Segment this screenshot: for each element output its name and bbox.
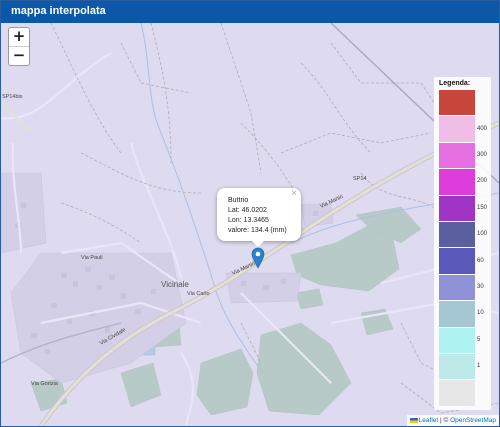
street-label-via-gorizia: Via Gorizia [31, 381, 59, 387]
zoom-in-button[interactable]: + [9, 28, 29, 46]
legend-label: 30 [477, 284, 484, 290]
legend-label: 200 [477, 178, 488, 185]
legend-label: 300 [477, 152, 488, 158]
legend-swatch [439, 301, 475, 327]
leaflet-link[interactable]: Leaflet [419, 417, 439, 424]
map-window: mappa interpolata SP14bis SP14 Via Marti… [0, 0, 500, 427]
legend-label: 100 [477, 231, 488, 238]
place-label-vicinale: Vicinale [161, 280, 189, 289]
attribution-separator: | © [438, 417, 451, 424]
legend-swatch [439, 169, 475, 195]
popup-value: valore: 134.4 (mm) [228, 227, 287, 234]
legend-swatch [439, 380, 475, 406]
legend-swatch [439, 354, 475, 380]
street-label-via-pauli: Via Pauli [81, 255, 103, 261]
legend-label: 5 [477, 336, 481, 343]
legend-swatch [439, 90, 475, 116]
osm-link[interactable]: OpenStreetMap [450, 417, 496, 424]
legend-swatch [439, 248, 475, 274]
window-titlebar: mappa interpolata [1, 1, 499, 23]
legend-label: 400 [477, 125, 488, 132]
road-label-sp14bis: SP14bis [2, 94, 23, 100]
legend-label: 150 [477, 204, 488, 211]
popup-lon: Lon: 13.3465 [228, 217, 269, 224]
popup-close-button[interactable]: × [291, 188, 297, 199]
ukraine-flag-icon [409, 417, 418, 423]
legend-label: 1 [477, 363, 481, 370]
legend-swatch [439, 327, 475, 353]
popup-station-name: Buttrio [228, 197, 249, 204]
legend-swatch [439, 274, 475, 301]
legend-swatch [439, 142, 475, 169]
legend-panel: Legenda: 400 300 200 150 100 60 30 10 5 1 [434, 77, 491, 410]
legend-swatch [439, 222, 475, 248]
legend-swatch [439, 116, 475, 142]
street-label-via-carlo: Via Carlo [187, 291, 210, 297]
legend-label: 10 [477, 310, 484, 317]
map-view[interactable]: SP14bis SP14 Via Martiri Via Martiri Via… [1, 23, 499, 426]
legend-swatch [439, 195, 475, 221]
map-attribution: Leaflet | © OpenStreetMap [406, 415, 499, 426]
zoom-control: + − [8, 27, 30, 66]
legend-label: 60 [477, 257, 484, 264]
legend-title: Legenda: [439, 80, 471, 87]
station-popup: × Buttrio Lat: 46.0202 Lon: 13.3465 valo… [217, 188, 301, 241]
zoom-out-button[interactable]: − [9, 46, 29, 65]
marker-pin-icon [251, 247, 265, 269]
road-label-sp14: SP14 [353, 176, 366, 182]
window-title: mappa interpolata [11, 5, 106, 17]
popup-lat: Lat: 46.0202 [228, 207, 267, 214]
popup-tip [251, 240, 265, 247]
map-marker-icon[interactable] [251, 247, 265, 274]
